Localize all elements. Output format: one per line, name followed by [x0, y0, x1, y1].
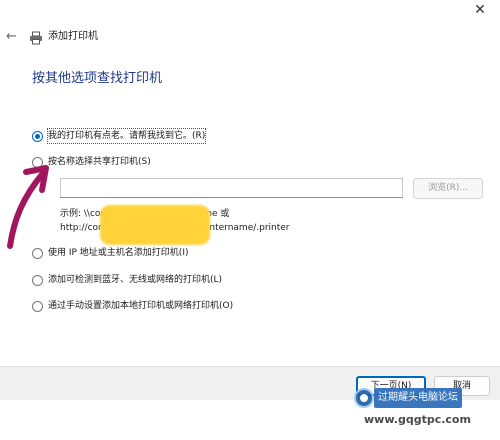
- option-label[interactable]: 使用 IP 地址或主机名添加打印机(I): [48, 246, 188, 260]
- option-bluetooth-wireless-network[interactable]: 添加可检测到蓝牙、无线或网络的打印机(L): [32, 273, 222, 287]
- close-icon[interactable]: ✕: [470, 2, 490, 18]
- redaction-highlight: [100, 205, 210, 245]
- page-title: 按其他选项查找打印机: [32, 71, 163, 86]
- option-label[interactable]: 添加可检测到蓝牙、无线或网络的打印机(L): [48, 273, 222, 287]
- option-printer-is-old[interactable]: 我的打印机有点老。请帮我找到它。(R): [32, 128, 207, 144]
- watermark-url: www.gqgtpc.com: [364, 413, 471, 426]
- site-watermark: 过期耀头电脑论坛 www.gqgtpc.com: [354, 386, 474, 434]
- add-printer-window: ✕ ← 添加打印机 按其他选项查找打印机 我的打印机有点老。请帮我找到它。(R)…: [0, 0, 500, 440]
- radio-button-checked[interactable]: [32, 130, 43, 142]
- wizard-title: 添加打印机: [48, 31, 98, 42]
- option-label[interactable]: 我的打印机有点老。请帮我找到它。(R): [46, 128, 207, 144]
- option-manual-local-network[interactable]: 通过手动设置添加本地打印机或网络打印机(O): [32, 299, 233, 313]
- title-bar: ✕: [0, 0, 500, 24]
- printer-icon: [29, 30, 43, 45]
- option-label[interactable]: 通过手动设置添加本地打印机或网络打印机(O): [48, 299, 233, 313]
- annotation-arrow-icon: [7, 165, 49, 249]
- option-label[interactable]: 按名称选择共享打印机(S): [48, 155, 151, 169]
- watermark-title: 过期耀头电脑论坛: [374, 388, 462, 408]
- radio-button[interactable]: [32, 300, 43, 312]
- radio-button[interactable]: [32, 274, 43, 286]
- shared-printer-name-input[interactable]: [60, 178, 403, 198]
- back-arrow-icon[interactable]: ←: [6, 30, 20, 44]
- browse-button[interactable]: 浏览(R)...: [413, 178, 483, 199]
- watermark-logo-icon: [354, 388, 374, 408]
